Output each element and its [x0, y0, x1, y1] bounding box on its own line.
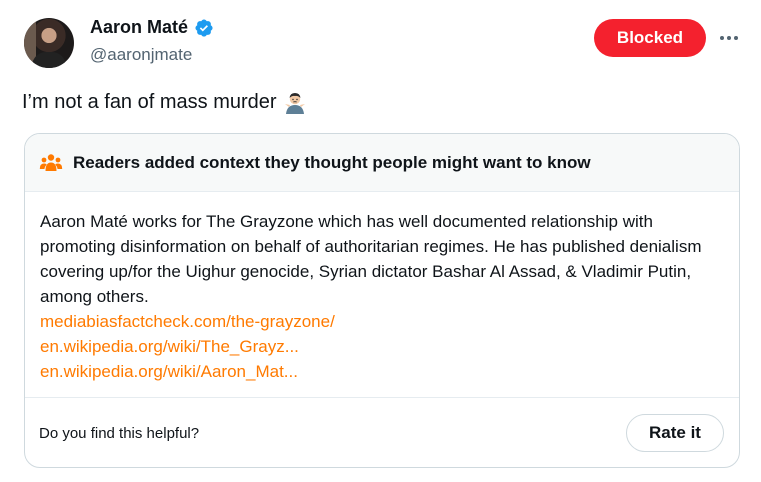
tweet-text: I’m not a fan of mass murder	[22, 90, 277, 113]
community-note-card: Readers added context they thought peopl…	[24, 133, 740, 468]
tweet-text-row: I’m not a fan of mass murder	[22, 90, 307, 114]
more-horizontal-icon[interactable]	[718, 27, 740, 49]
blocked-button[interactable]: Blocked	[594, 19, 706, 57]
author-display-name[interactable]: Aaron Maté	[90, 17, 188, 38]
community-note-body: Aaron Maté works for The Grayzone which …	[25, 192, 739, 384]
rate-it-button[interactable]: Rate it	[626, 414, 724, 452]
author-handle[interactable]: @aaronjmate	[90, 45, 192, 65]
note-link-wikipedia-grayzone[interactable]: en.wikipedia.org/wiki/The_Grayz...	[40, 334, 725, 359]
helpful-question: Do you find this helpful?	[39, 425, 200, 442]
community-note-text: Aaron Maté works for The Grayzone which …	[40, 212, 702, 306]
author-name-row: Aaron Maté	[90, 17, 214, 38]
note-link-mediabiasfactcheck[interactable]: mediabiasfactcheck.com/the-grayzone/	[40, 309, 725, 334]
people-icon	[39, 153, 63, 171]
avatar-shirt	[32, 52, 66, 68]
avatar[interactable]	[24, 18, 74, 68]
note-link-wikipedia-aaron-mate[interactable]: en.wikipedia.org/wiki/Aaron_Mat...	[40, 359, 725, 384]
person-shrugging-emoji	[284, 93, 305, 114]
community-note-footer: Do you find this helpful? Rate it	[25, 397, 739, 467]
verified-badge-icon	[195, 18, 213, 37]
community-note-header: Readers added context they thought peopl…	[25, 134, 739, 192]
community-note-title: Readers added context they thought peopl…	[73, 152, 591, 172]
